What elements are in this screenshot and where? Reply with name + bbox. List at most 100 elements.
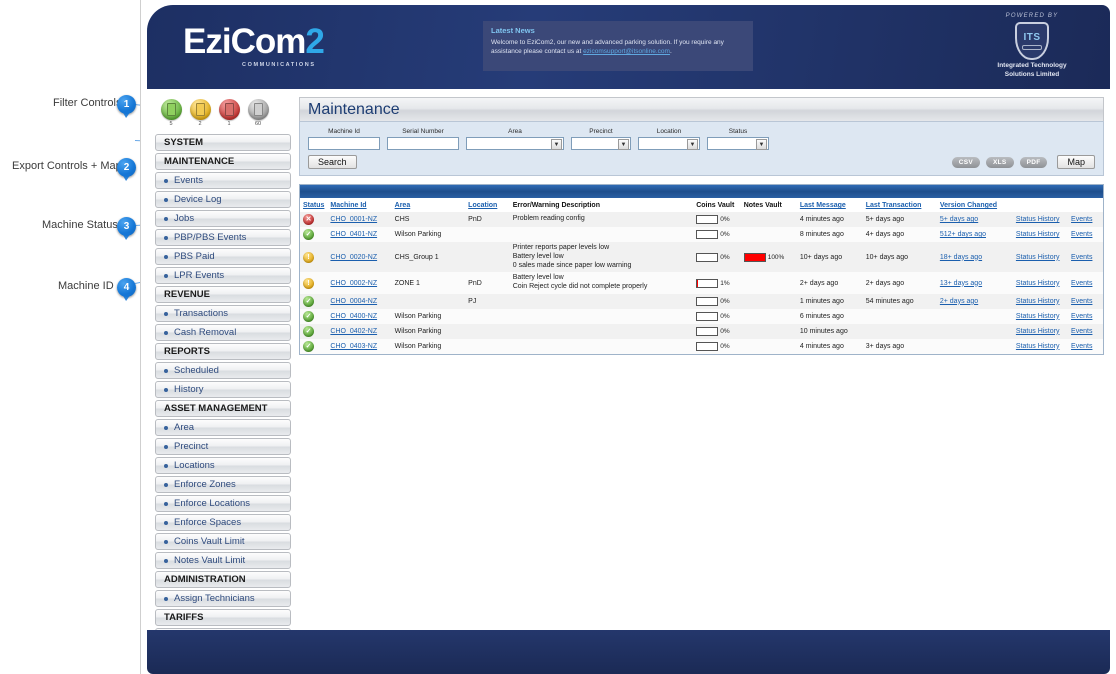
column-header-version-changed[interactable]: Version Changed: [936, 198, 1013, 212]
events-link[interactable]: Events: [1071, 298, 1092, 305]
events-link[interactable]: Events: [1071, 254, 1092, 261]
sidebar-item-pbp-pbs-events[interactable]: PBP/PBS Events: [155, 229, 291, 246]
sidebar-item-label: REVENUE: [164, 289, 210, 300]
column-header-location[interactable]: Location: [465, 198, 510, 212]
column-header-error-warning-description: Error/Warning Description: [509, 198, 694, 212]
search-button[interactable]: Search: [308, 155, 357, 169]
version-changed-link[interactable]: 5+ days ago: [940, 216, 978, 223]
sidebar: 5 2 1 60 SYSTEM MAINTENANCE Events Device Log J…: [155, 97, 291, 666]
coins-vault-gauge: [696, 278, 719, 288]
status-history-link[interactable]: Status History: [1016, 328, 1060, 335]
machine-id-link[interactable]: CHO_0004-NZ: [330, 298, 377, 305]
sidebar-item-label: Device Log: [174, 194, 222, 205]
events-link[interactable]: Events: [1071, 280, 1092, 287]
machine-id-link[interactable]: CHO_0403-NZ: [330, 343, 377, 350]
sidebar-item-enforce-zones[interactable]: Enforce Zones: [155, 476, 291, 493]
events-link[interactable]: Events: [1071, 343, 1092, 350]
sidebar-item-device-log[interactable]: Device Log: [155, 191, 291, 208]
status-history-link[interactable]: Status History: [1016, 298, 1060, 305]
column-header-status[interactable]: Status: [300, 198, 328, 212]
status-history-link[interactable]: Status History: [1016, 343, 1060, 350]
news-email-link[interactable]: ezicomsupport@itsonline.com: [583, 48, 670, 55]
input-machine-id[interactable]: [308, 137, 380, 150]
map-button[interactable]: Map: [1057, 155, 1095, 169]
status-history-link[interactable]: Status History: [1016, 254, 1060, 261]
sidebar-item-precinct[interactable]: Precinct: [155, 438, 291, 455]
cell-description: Printer reports paper levels low Battery …: [509, 242, 694, 273]
version-changed-link[interactable]: 13+ days ago: [940, 280, 982, 287]
status-icon-amber[interactable]: 2: [188, 99, 212, 127]
status-amber-icon: !: [303, 251, 314, 263]
sidebar-item-events[interactable]: Events: [155, 172, 291, 189]
status-history-link[interactable]: Status History: [1016, 280, 1060, 287]
sidebar-item-transactions[interactable]: Transactions: [155, 305, 291, 322]
status-icon-green[interactable]: 5: [159, 99, 183, 127]
cell-description: [509, 293, 694, 309]
sidebar-item-cash-removal[interactable]: Cash Removal: [155, 324, 291, 341]
events-link[interactable]: Events: [1071, 328, 1092, 335]
export-xls-button[interactable]: XLS: [986, 156, 1014, 168]
machine-id-link[interactable]: CHO_0400-NZ: [330, 313, 377, 320]
cell-last-message: 2+ days ago: [796, 272, 863, 294]
sidebar-item-administration[interactable]: ADMINISTRATION: [155, 571, 291, 588]
sidebar-item-area[interactable]: Area: [155, 419, 291, 436]
machine-id-link[interactable]: CHO_0020-NZ: [330, 254, 377, 261]
input-serial-number[interactable]: [387, 137, 459, 150]
table-row: ✓ CHO_0402-NZ Wilson Parking 0% 10 minutes a…: [300, 323, 1103, 339]
column-header-machine-id[interactable]: Machine Id: [327, 198, 392, 212]
select-status[interactable]: ▼: [707, 137, 769, 150]
column-header-last-transaction[interactable]: Last Transaction: [862, 198, 937, 212]
select-area[interactable]: ▼: [466, 137, 564, 150]
sidebar-item-tariffs[interactable]: TARIFFS: [155, 609, 291, 626]
version-changed-link[interactable]: 18+ days ago: [940, 254, 982, 261]
sidebar-item-system[interactable]: SYSTEM: [155, 134, 291, 151]
sidebar-item-enforce-locations[interactable]: Enforce Locations: [155, 495, 291, 512]
sidebar-item-revenue[interactable]: REVENUE: [155, 286, 291, 303]
events-link[interactable]: Events: [1071, 231, 1092, 238]
export-csv-button[interactable]: CSV: [951, 156, 981, 168]
sidebar-item-label: PBS Paid: [174, 251, 215, 262]
machine-id-link[interactable]: CHO_0001-NZ: [330, 216, 377, 223]
sidebar-item-maintenance[interactable]: MAINTENANCE: [155, 153, 291, 170]
sidebar-item-asset-management[interactable]: ASSET MANAGEMENT: [155, 400, 291, 417]
sidebar-item-notes-vault-limit[interactable]: Notes Vault Limit: [155, 552, 291, 569]
sidebar-item-enforce-spaces[interactable]: Enforce Spaces: [155, 514, 291, 531]
status-history-link[interactable]: Status History: [1016, 231, 1060, 238]
sidebar-item-locations[interactable]: Locations: [155, 457, 291, 474]
events-link[interactable]: Events: [1071, 313, 1092, 320]
status-icon-grey[interactable]: 60: [246, 99, 270, 127]
events-link[interactable]: Events: [1071, 216, 1092, 223]
sidebar-item-pbs-paid[interactable]: PBS Paid: [155, 248, 291, 265]
version-changed-link[interactable]: 512+ days ago: [940, 231, 986, 238]
status-green-icon: ✓: [303, 310, 314, 322]
machine-glyph-icon: [253, 103, 263, 116]
machine-id-link[interactable]: CHO_0401-NZ: [330, 231, 377, 238]
status-history-link[interactable]: Status History: [1016, 313, 1060, 320]
coins-vault-gauge: [696, 230, 719, 239]
sidebar-item-scheduled[interactable]: Scheduled: [155, 362, 291, 379]
sidebar-item-assign-technicians[interactable]: Assign Technicians: [155, 590, 291, 607]
cell-version-changed: 13+ days ago: [936, 272, 1013, 294]
cell-status-history: Status History: [1012, 242, 1069, 273]
cell-area: Wilson Parking: [391, 227, 466, 242]
column-header-last-message[interactable]: Last Message: [796, 198, 863, 212]
sidebar-item-coins-vault-limit[interactable]: Coins Vault Limit: [155, 533, 291, 550]
select-precinct[interactable]: ▼: [571, 137, 631, 150]
select-location[interactable]: ▼: [638, 137, 700, 150]
status-icon-red[interactable]: 1: [217, 99, 241, 127]
column-header-area[interactable]: Area: [391, 198, 466, 212]
sidebar-item-lpr-events[interactable]: LPR Events: [155, 267, 291, 284]
table-body: ✕ CHO_0001-NZ CHS PnD Problem reading config…: [300, 212, 1103, 354]
sidebar-item-reports[interactable]: REPORTS: [155, 343, 291, 360]
status-description-line: Coin Reject cycle did not complete prope…: [512, 283, 648, 290]
status-history-link[interactable]: Status History: [1016, 216, 1060, 223]
machine-id-link[interactable]: CHO_0402-NZ: [330, 328, 377, 335]
sidebar-item-jobs[interactable]: Jobs: [155, 210, 291, 227]
version-changed-link[interactable]: 2+ days ago: [940, 298, 978, 305]
cell-machine-id: CHO_0002-NZ: [327, 272, 392, 294]
status-green-icon: ✓: [303, 325, 314, 337]
export-pdf-button[interactable]: PDF: [1019, 156, 1048, 168]
sidebar-item-history[interactable]: History: [155, 381, 291, 398]
filter-panel: Machine Id Serial Number Area ▼ Precinct…: [299, 121, 1104, 176]
machine-id-link[interactable]: CHO_0002-NZ: [330, 280, 377, 287]
